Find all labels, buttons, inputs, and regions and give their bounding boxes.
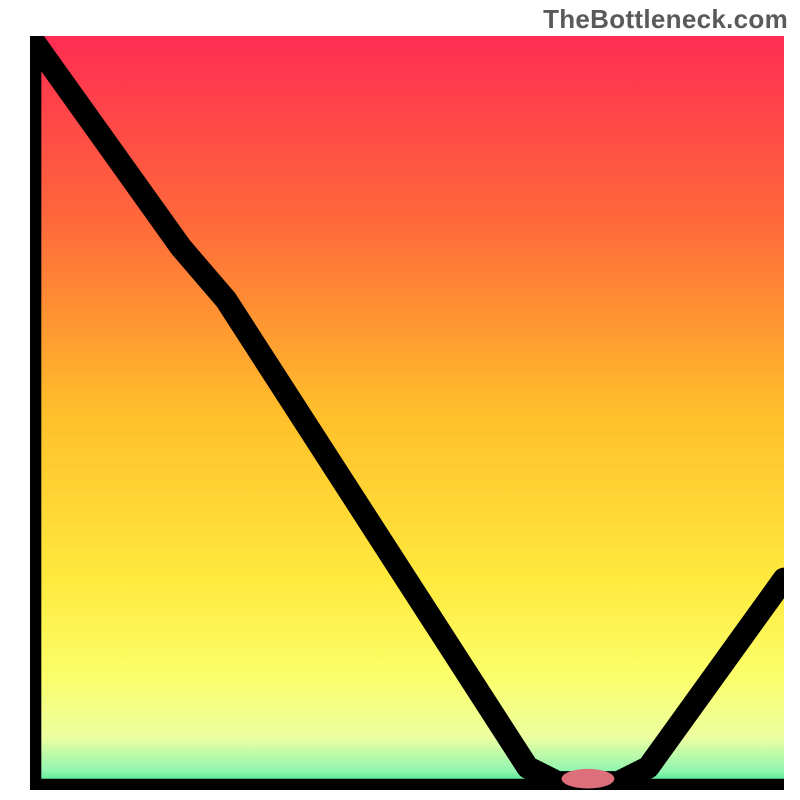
chart-stage: TheBottleneck.com (0, 0, 800, 800)
chart-plot-area (30, 36, 784, 790)
chart-svg (30, 36, 784, 790)
gradient-background (30, 36, 784, 790)
watermark-text: TheBottleneck.com (543, 4, 788, 35)
optimal-marker (562, 769, 615, 789)
